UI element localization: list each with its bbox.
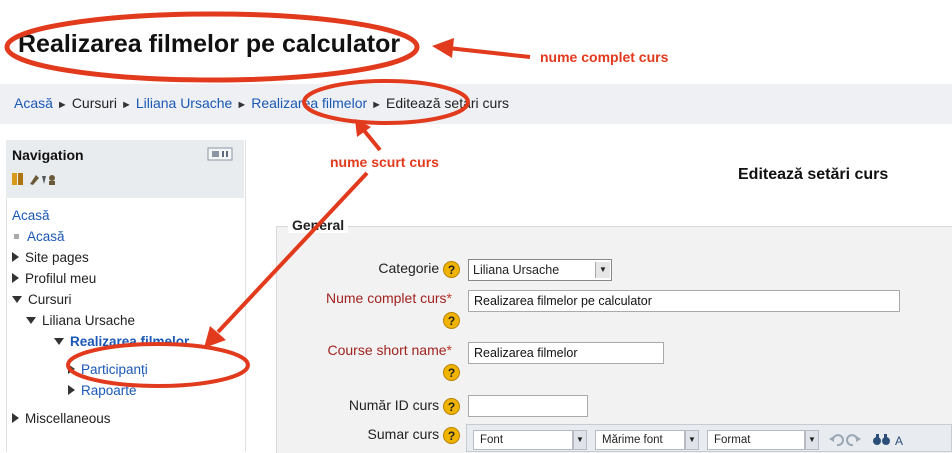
annotation-ellipse-title <box>4 11 420 83</box>
annotation-ellipse-nav <box>66 342 250 388</box>
annotation-overlay <box>4 11 531 388</box>
annotation-ellipse-shortname <box>302 79 470 125</box>
annotation-arrow-title <box>447 46 531 59</box>
annotation-full-name: nume complet curs <box>540 49 669 65</box>
annotation-arrow-nav <box>216 171 369 334</box>
annotation-short-name: nume scurt curs <box>330 154 439 170</box>
arrowhead-icon <box>432 38 454 58</box>
